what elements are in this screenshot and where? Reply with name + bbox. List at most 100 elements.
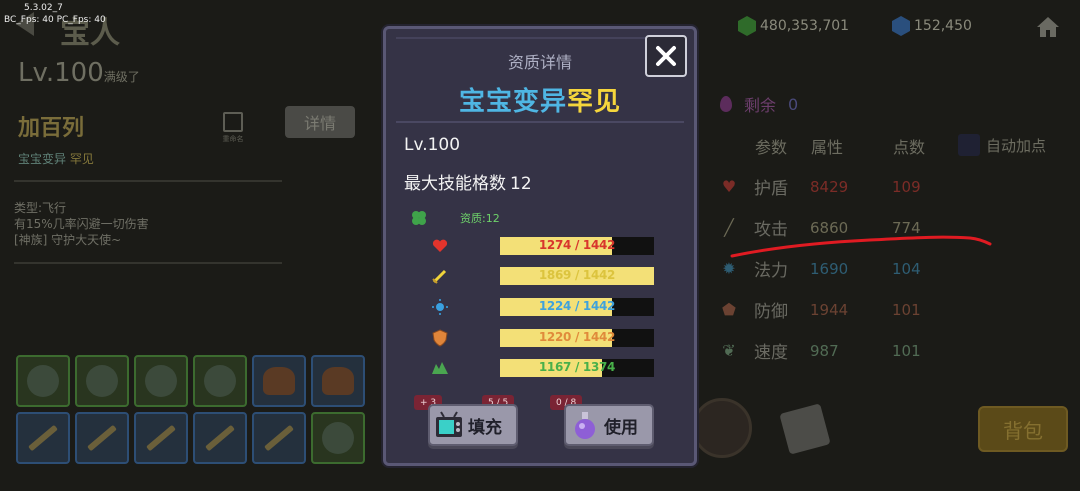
modal-level: Lv.100 <box>404 135 461 155</box>
sword-skill-icon <box>205 424 235 452</box>
drop-icon <box>720 96 732 112</box>
attr-name: 防御 <box>754 302 788 322</box>
attr-value: 987 <box>810 341 839 360</box>
pet-creature-icon <box>322 422 354 454</box>
skill-slot[interactable] <box>193 355 247 407</box>
attr-name: 速度 <box>754 343 788 363</box>
green-gem-icon <box>738 16 756 36</box>
max-slots-value: 12 <box>510 174 532 194</box>
bag-button[interactable]: 背包 <box>978 406 1068 452</box>
quality-rarity: 罕见 <box>567 87 622 117</box>
leaf-icon: ❦ <box>722 341 736 360</box>
sword-skill-icon <box>28 424 58 452</box>
shield-icon: ⬟ <box>722 300 736 319</box>
aptitude-detail-modal: 资质详情 宝宝变异罕见 Lv.100 最大技能格数 12 资质:12 1274 /… <box>383 26 697 466</box>
attr-row-shield: ♥ 护盾 8429 109 <box>718 174 952 199</box>
divider <box>14 262 282 264</box>
skill-slot[interactable] <box>311 355 365 407</box>
pet-creature-icon <box>204 365 236 397</box>
remaining-label: 剩余 <box>744 96 777 115</box>
attr-value: 8429 <box>810 177 849 196</box>
progress-bar: 1224 / 1442 <box>500 298 654 316</box>
gem-amount: 152,450 <box>914 18 972 34</box>
pet-level: Lv.100满级了 <box>18 58 140 88</box>
max-level-note: 满级了 <box>103 70 140 84</box>
scroll-icon[interactable] <box>779 403 831 455</box>
attr-row-speed: ❦ 速度 987 101 <box>718 338 952 363</box>
divider <box>14 180 282 182</box>
heart-icon: ♥ <box>721 177 737 196</box>
attr-points: 101 <box>892 341 921 360</box>
mutation-label: 宝宝变异 <box>18 152 67 166</box>
gem-counter: 152,450 <box>892 16 972 36</box>
pet-creature-icon <box>27 365 59 397</box>
progress-bar: 1869 / 1442 <box>500 267 654 285</box>
use-button[interactable]: 使用 <box>564 404 654 446</box>
pet-name: 加百列 <box>18 116 85 141</box>
progress-text: 1224 / 1442 <box>538 299 616 313</box>
clover-icon <box>412 211 426 225</box>
version-text: 5.3.02_7 <box>24 3 63 13</box>
desc-line: 类型:飞行 <box>14 201 67 215</box>
progress-bar: 1167 / 1374 <box>500 359 654 377</box>
skill-slot[interactable] <box>252 412 306 464</box>
quality-mutation: 宝宝变异 <box>458 87 567 117</box>
close-button[interactable] <box>645 35 687 77</box>
attr-value: 1944 <box>810 300 849 319</box>
divider <box>396 37 684 39</box>
skill-slot[interactable] <box>134 412 188 464</box>
sword-icon <box>430 266 450 286</box>
skill-slot[interactable] <box>193 412 247 464</box>
bar-row-attack: 1869 / 1442 <box>430 266 654 286</box>
potion-icon <box>575 412 595 439</box>
skill-slot[interactable] <box>16 412 70 464</box>
pencil-icon <box>223 112 243 132</box>
max-skill-slots: 最大技能格数 12 <box>404 169 532 194</box>
attr-points: 109 <box>892 177 921 196</box>
remaining-points: 剩余 0 <box>720 92 798 116</box>
tv-icon <box>436 411 462 437</box>
fill-button[interactable]: 填充 <box>428 404 518 446</box>
fill-label: 填充 <box>468 417 502 438</box>
quality-title: 宝宝变异罕见 <box>386 81 694 118</box>
close-icon <box>656 46 676 66</box>
attr-name: 护盾 <box>754 179 788 199</box>
gold-counter: 480,353,701 <box>738 16 849 36</box>
skill-slot[interactable] <box>75 412 129 464</box>
auto-add-checkbox[interactable] <box>958 134 980 156</box>
skill-slot[interactable] <box>252 355 306 407</box>
sword-skill-icon <box>264 424 294 452</box>
divider <box>396 121 684 123</box>
skill-slot[interactable] <box>311 412 365 464</box>
round-action-button[interactable] <box>692 398 752 458</box>
bird-creature-icon <box>322 367 354 395</box>
progress-text: 1274 / 1442 <box>538 238 616 252</box>
max-slots-label: 最大技能格数 <box>404 174 506 194</box>
pet-description: 类型:飞行 有15%几率闪避一切伤害 [神族] 守护大天使~ <box>14 200 149 248</box>
bar-row-defense: 1220 / 1442 <box>430 328 654 348</box>
remaining-value: 0 <box>788 94 799 114</box>
progress-bar: 1220 / 1442 <box>500 329 654 347</box>
rarity-label: 罕见 <box>69 152 94 166</box>
rename-button[interactable]: 重命名 <box>218 112 248 144</box>
pet-creature-icon <box>145 365 177 397</box>
bird-creature-icon <box>263 367 295 395</box>
aptitude-label: 资质:12 <box>460 212 500 225</box>
header-points: 点数 <box>893 138 926 157</box>
shield-icon <box>430 328 450 348</box>
progress-text: 1167 / 1374 <box>538 360 616 374</box>
header-param: 参数 <box>755 138 788 157</box>
progress-text: 1220 / 1442 <box>538 330 616 344</box>
skill-grid <box>16 355 365 464</box>
skill-slot[interactable] <box>75 355 129 407</box>
bar-row-shield: 1274 / 1442 <box>430 236 654 256</box>
skill-slot[interactable] <box>134 355 188 407</box>
skill-slot[interactable] <box>16 355 70 407</box>
desc-line: [神族] 守护大天使~ <box>14 233 122 247</box>
debug-overlay: 5.3.02_7 BC_Fps: 40 PC_Fps: 40 <box>4 2 106 26</box>
detail-button[interactable]: 详情 <box>285 106 355 138</box>
sword-skill-icon <box>146 424 176 452</box>
auto-add-toggle[interactable]: 自动加点 <box>958 134 1046 156</box>
home-icon[interactable] <box>1036 16 1060 38</box>
progress-text: 1869 / 1442 <box>538 268 616 282</box>
